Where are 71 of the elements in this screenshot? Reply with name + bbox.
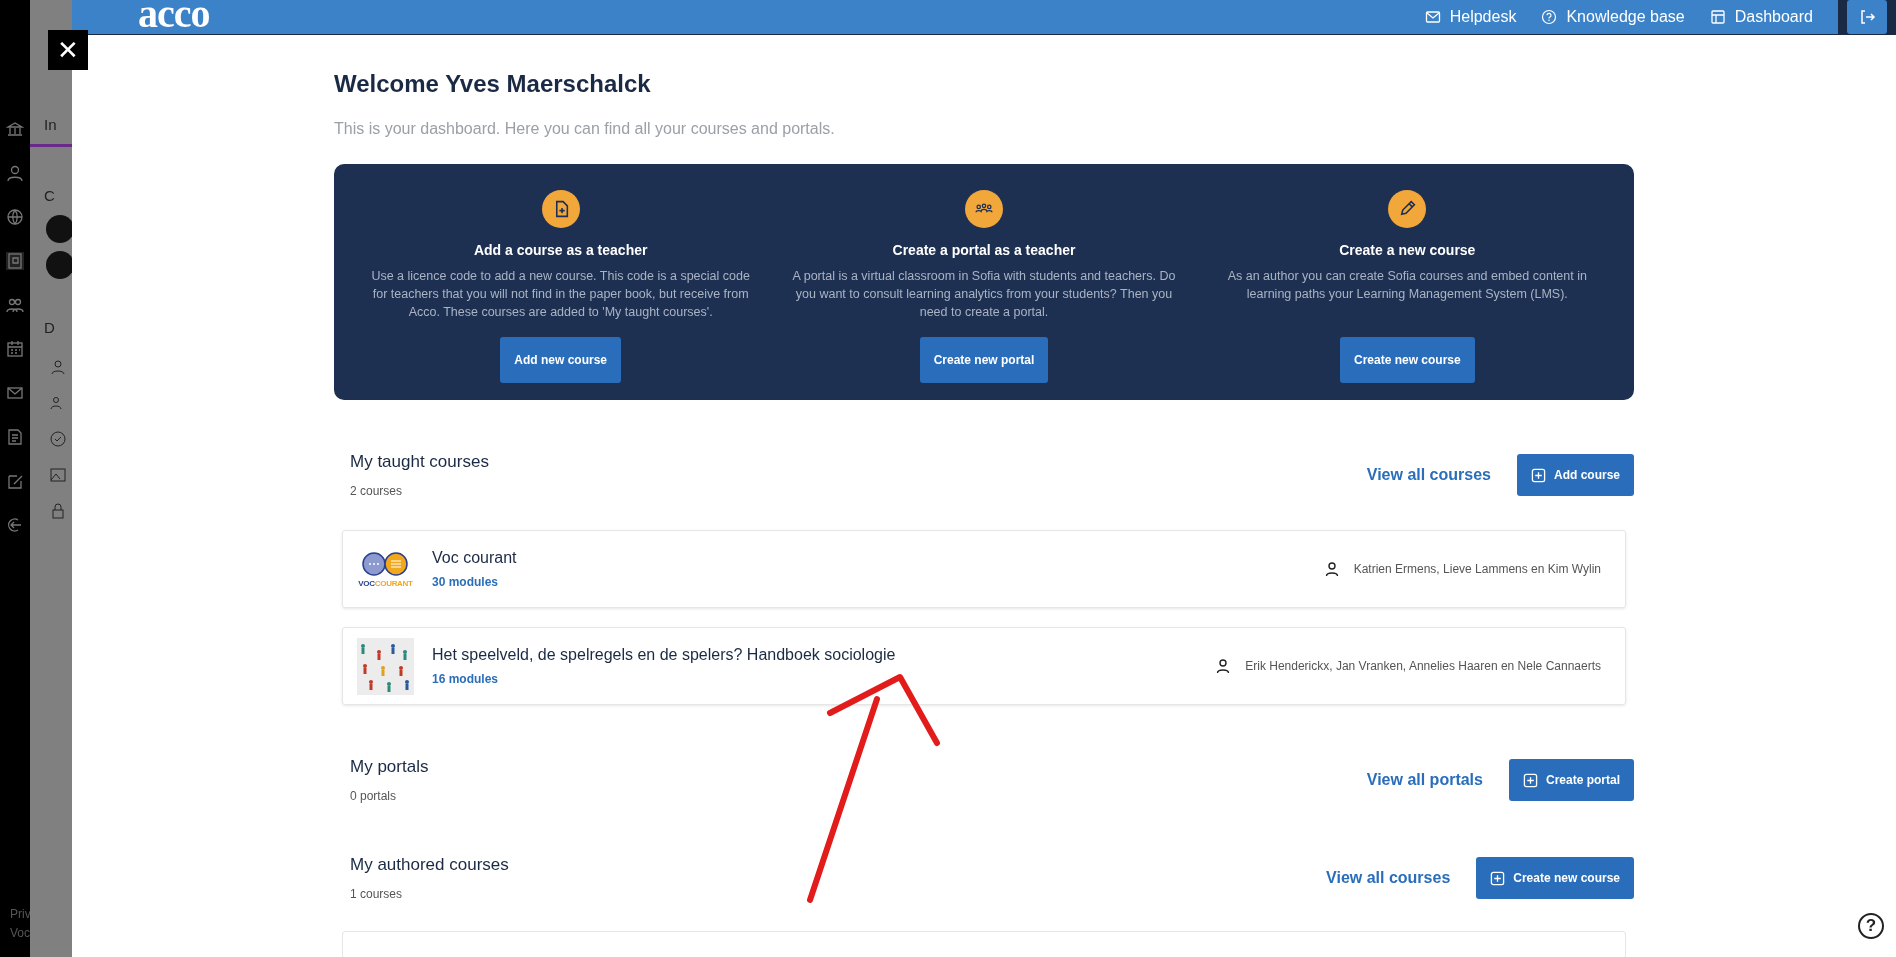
plus-icon [1522,772,1538,788]
action-button[interactable]: Create new portal [919,337,1049,383]
document-icon[interactable] [6,428,24,446]
section-count: 1 courses [350,887,404,901]
lock-icon [50,503,66,519]
course-card[interactable]: VOCCOURANT Voc courant 30 modules Katrien Ermens, Lieve Lammens en Kim Wylin [342,530,1626,608]
course-authors: Erik Henderickx, Jan Vranken, Annelies Haaren en Nele Cannaerts [1245,659,1601,673]
section-heading: C [43,187,56,206]
view-all-link[interactable]: View all portals [1366,771,1483,789]
action-title: Create a portal as a teacher [892,242,1076,258]
add-button[interactable]: Create portal [1508,759,1634,801]
bank-icon[interactable] [6,120,24,138]
help-icon [1541,9,1558,25]
book-icon[interactable] [6,252,24,270]
action-title: Create a new course [1339,242,1476,258]
course-authors: Katrien Ermens, Lieve Lammens en Kim Wylin [1353,562,1601,576]
header-link[interactable]: Dashboard [1709,8,1813,26]
calendar-icon[interactable] [6,340,24,358]
action-button[interactable]: Add new course [500,337,621,383]
image-icon [50,467,66,483]
people-icon [965,190,1003,228]
view-all-link[interactable]: View all courses [1326,869,1451,887]
mail-icon[interactable] [6,384,24,402]
action-button[interactable]: Create new course [1339,337,1475,383]
close-button[interactable]: ✕ [48,30,88,70]
action-title: Add a course as a teacher [473,242,648,258]
welcome-subtitle: This is your dashboard. Here you can find all your courses and portals. [334,120,836,138]
section-count: 2 courses [350,484,404,498]
section-title: My portals [350,757,429,777]
footer-text: Voc [10,924,31,942]
course-logo: VOCCOURANT [357,540,414,598]
action-description: As an author you can create Sofia courses and embed content in learning paths your Learning Management System (LMS). [1226,268,1588,304]
layout-icon [1709,9,1726,25]
pencil-icon [1388,190,1427,228]
course-title[interactable]: Het speelveld, de spelregels en de spelers? Handboek sociologie [432,646,896,664]
globe-icon[interactable] [6,208,24,226]
header-link[interactable]: Knowledge base [1541,8,1685,26]
plus-icon [1531,467,1546,483]
person-icon [50,359,66,375]
course-title[interactable]: Voc courant [432,549,517,567]
module-count: 30 modules [432,575,500,589]
tab-label[interactable]: In [30,116,72,136]
add-button[interactable]: Add course [1517,454,1634,496]
edit-icon[interactable] [6,472,24,490]
file-plus-icon [541,190,580,228]
people-icon[interactable] [6,296,24,314]
mail-icon [1424,9,1441,25]
module-count: 16 modules [432,672,500,686]
header-link[interactable]: Helpdesk [1424,8,1517,26]
person-icon [1323,561,1340,577]
avatar-circle [46,215,72,243]
view-all-link[interactable]: View all courses [1366,466,1491,484]
section-title: My authored courses [350,855,509,875]
check-circle-icon [50,431,66,447]
course-card[interactable]: Het speelveld, de spelregels en de spelers? Handboek sociologie 16 modules Erik Henderickx, Jan Vranken, Annelies Haaren en Nele Cannaerts [342,627,1626,705]
logout-icon [1858,8,1876,26]
person-icon [1215,658,1232,674]
action-description: Use a licence code to add a new course. This code is a special code for teachers that you will not find in the paper book, but receive from Acco. These courses are added to 'My taught courses'. [370,268,751,322]
add-button[interactable]: Create new course [1476,857,1634,899]
footer-text: Priv [10,905,31,923]
logout-button[interactable] [1847,0,1887,34]
logo[interactable]: acco [138,0,210,34]
avatar-circle [46,251,72,279]
person-icon[interactable] [6,164,24,182]
action-description: A portal is a virtual classroom in Sofia with students and teachers. Do you want to consult learning analytics from your students? Then you need to create a portal. [791,268,1177,322]
exit-icon[interactable] [6,516,24,534]
plus-icon [1490,870,1506,886]
section-heading: D [43,319,56,338]
section-count: 0 portals [350,789,398,803]
welcome-title: Welcome Yves Maerschalck [334,70,652,98]
section-title: My taught courses [350,452,489,472]
